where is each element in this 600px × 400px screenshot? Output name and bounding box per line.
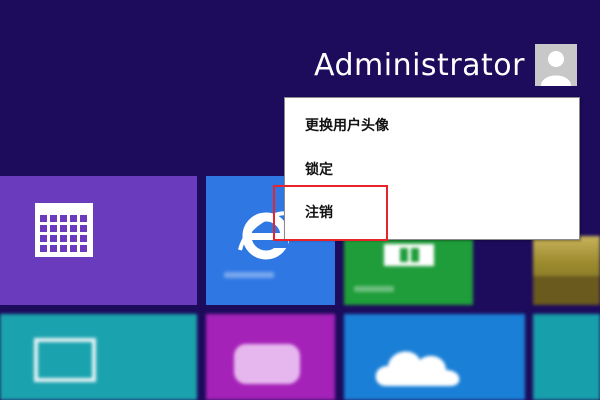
- tile-label: [354, 286, 394, 292]
- start-screen: Administrator 更换用户头像 锁定 注销: [0, 0, 600, 400]
- cloud-icon: [375, 351, 460, 386]
- menu-item-lock[interactable]: 锁定: [305, 160, 333, 180]
- user-context-menu: 更换用户头像 锁定 注销: [284, 97, 580, 240]
- calendar-tile[interactable]: [0, 176, 197, 305]
- user-name[interactable]: Administrator: [314, 44, 525, 88]
- menu-item-sign-out[interactable]: 注销: [305, 203, 333, 223]
- avatar[interactable]: [535, 44, 577, 86]
- menu-item-change-avatar[interactable]: 更换用户头像: [305, 116, 389, 136]
- tile-label: [224, 272, 274, 278]
- extra-tile[interactable]: [533, 314, 600, 400]
- store-icon: [384, 244, 434, 266]
- games-tile[interactable]: [206, 314, 335, 400]
- skydrive-tile[interactable]: [344, 314, 525, 400]
- landscape-icon: [533, 276, 600, 305]
- picture-icon: [34, 338, 96, 382]
- store-tile[interactable]: [344, 236, 473, 305]
- calendar-icon: [35, 203, 93, 257]
- gamepad-icon: [234, 344, 300, 384]
- photo-tile[interactable]: [533, 236, 600, 305]
- photos-tile[interactable]: [0, 314, 197, 400]
- user-silhouette-icon: [535, 44, 577, 86]
